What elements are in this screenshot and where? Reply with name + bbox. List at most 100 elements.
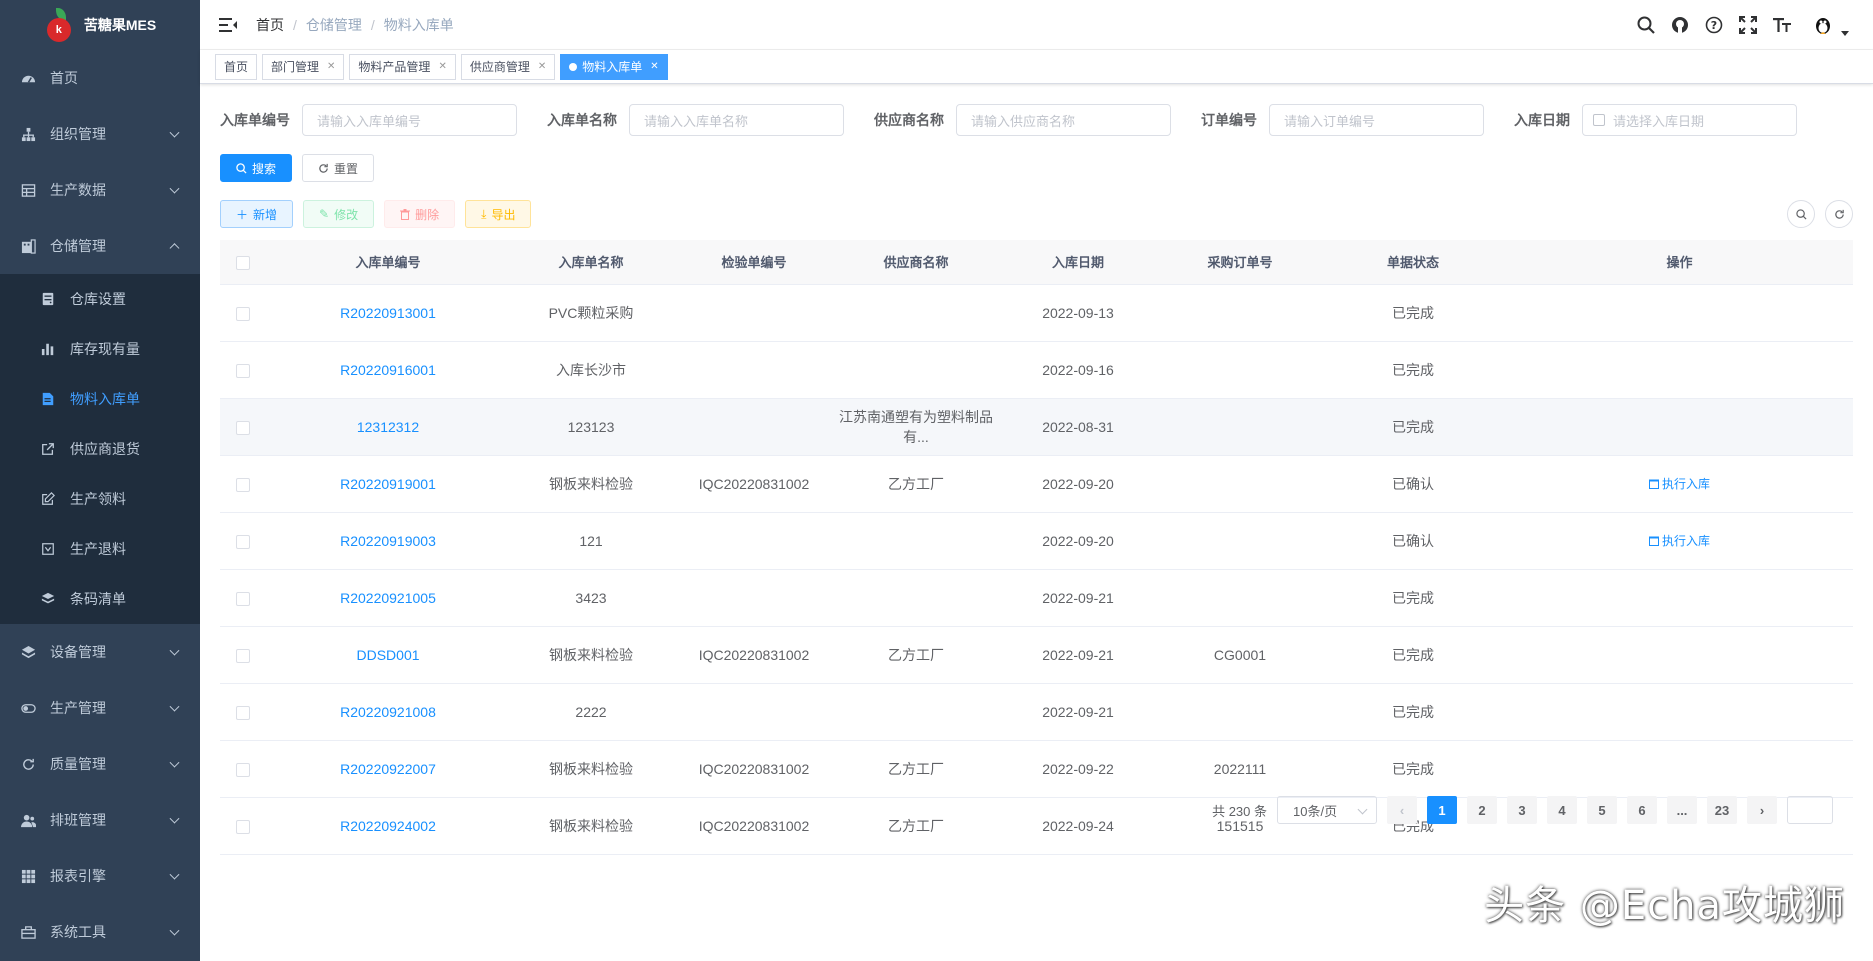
question-icon[interactable]: ?: [1697, 0, 1731, 50]
receipt-code-link[interactable]: 12312312: [357, 419, 419, 435]
cell-status: 已确认: [1320, 512, 1506, 570]
table-row[interactable]: R20220921005 3423 2022-09-21 已完成: [220, 569, 1853, 627]
reset-button[interactable]: 重置: [302, 154, 375, 182]
export-button[interactable]: ⤓ 导出: [465, 200, 532, 228]
sidebar-item-menu-1[interactable]: 组织管理: [0, 106, 200, 162]
page-size-select[interactable]: 10条/页: [1277, 796, 1377, 824]
sidebar-item-menu-6[interactable]: 质量管理: [0, 736, 200, 792]
sidebar-subitem-3[interactable]: 供应商退货: [0, 424, 200, 474]
search-icon[interactable]: [1629, 0, 1663, 50]
row-checkbox[interactable]: [236, 477, 250, 492]
row-checkbox[interactable]: [236, 705, 250, 720]
layers-icon: [20, 644, 36, 660]
sidebar-item-home[interactable]: 首页: [0, 50, 200, 106]
page-jump-input[interactable]: [1787, 796, 1833, 824]
receipt-code-link[interactable]: R20220919001: [340, 476, 436, 492]
sidebar-subitem-6[interactable]: 条码清单: [0, 574, 200, 624]
breadcrumb-home[interactable]: 首页: [256, 15, 284, 35]
sidebar-subitem-4[interactable]: 生产领料: [0, 474, 200, 524]
font-size-icon[interactable]: [1765, 0, 1799, 50]
delete-button[interactable]: 删除: [384, 200, 456, 228]
close-icon[interactable]: ✕: [327, 61, 335, 72]
tab-1[interactable]: 部门管理 ✕: [262, 53, 345, 80]
sidebar-item-menu-2[interactable]: 生产数据: [0, 162, 200, 218]
sidebar-subitem-5[interactable]: 生产退料: [0, 524, 200, 574]
select-all-checkbox[interactable]: [236, 255, 250, 270]
sidebar-item-menu-9[interactable]: 系统工具: [0, 904, 200, 960]
page-button[interactable]: 1: [1427, 796, 1457, 824]
row-checkbox[interactable]: [236, 306, 250, 321]
page-button[interactable]: ...: [1667, 796, 1697, 824]
tab-0[interactable]: 首页: [215, 53, 258, 80]
chevron-down-icon[interactable]: [1841, 30, 1849, 36]
row-checkbox[interactable]: [236, 648, 250, 663]
search-button[interactable]: 搜索: [220, 154, 293, 182]
github-icon[interactable]: [1663, 0, 1697, 50]
toggle-search-button[interactable]: [1787, 200, 1815, 228]
page-button[interactable]: 23: [1707, 796, 1737, 824]
close-icon[interactable]: ✕: [650, 61, 658, 72]
close-icon[interactable]: ✕: [538, 61, 546, 72]
search-input[interactable]: 请输入订单编号: [1269, 104, 1484, 136]
date-picker-input[interactable]: 请选择入库日期: [1582, 104, 1797, 136]
tab-3[interactable]: 供应商管理 ✕: [460, 53, 556, 80]
table-row[interactable]: R20220921008 2222 2022-09-21 已完成: [220, 683, 1853, 741]
search-input[interactable]: 请输入供应商名称: [956, 104, 1171, 136]
sidebar-item-menu-4[interactable]: 设备管理: [0, 624, 200, 680]
page-button[interactable]: 3: [1507, 796, 1537, 824]
sidebar-subitem-1[interactable]: 库存现有量: [0, 324, 200, 374]
receipt-code-link[interactable]: R20220921005: [340, 590, 436, 606]
row-checkbox[interactable]: [236, 363, 250, 378]
refresh-button[interactable]: [1825, 200, 1853, 228]
row-checkbox[interactable]: [236, 819, 250, 834]
page-button[interactable]: 2: [1467, 796, 1497, 824]
next-page-button[interactable]: ›: [1747, 796, 1777, 824]
execute-stock-in-button[interactable]: 执行入库: [1648, 475, 1710, 492]
sidebar-item-menu-7[interactable]: 排班管理: [0, 792, 200, 848]
page-button[interactable]: 4: [1547, 796, 1577, 824]
sidebar-item-menu-5[interactable]: 生产管理: [0, 680, 200, 736]
table-row[interactable]: R20220922007 钢板来料检验 IQC20220831002 乙方工厂 2022…: [220, 740, 1853, 798]
table-row[interactable]: R20220913001 PVC颗粒采购 2022-09-13 已完成: [220, 284, 1853, 342]
search-input[interactable]: 请输入入库单名称: [629, 104, 844, 136]
cell-po: [1160, 341, 1320, 399]
prev-page-button[interactable]: ‹: [1387, 796, 1417, 824]
receipt-code-link[interactable]: R20220922007: [340, 761, 436, 777]
close-icon[interactable]: ✕: [438, 61, 446, 72]
add-button[interactable]: ＋ 新增: [220, 200, 294, 228]
row-checkbox[interactable]: [236, 534, 250, 549]
breadcrumb-warehouse: 仓储管理: [305, 16, 362, 33]
edit-button[interactable]: ✎ 修改: [303, 200, 375, 228]
execute-stock-in-button[interactable]: 执行入库: [1648, 532, 1710, 549]
tab-4[interactable]: 物料入库单 ✕: [560, 53, 668, 80]
row-checkbox[interactable]: [236, 591, 250, 606]
row-checkbox[interactable]: [236, 420, 250, 435]
receipt-code-link[interactable]: R20220919003: [340, 533, 436, 549]
cell-status: 已完成: [1320, 398, 1506, 456]
table-row[interactable]: R20220916001 入库长沙市 2022-09-16 已完成: [220, 341, 1853, 399]
sidebar-subitem-2[interactable]: 物料入库单: [0, 374, 200, 424]
sidebar-item-menu-8[interactable]: 报表引擎: [0, 848, 200, 904]
table-row[interactable]: 12312312 123123 江苏南通塑有为塑料制品有... 2022-08-31 已…: [220, 398, 1853, 456]
receipt-code-link[interactable]: R20220924002: [340, 818, 436, 834]
cell-vendor: 乙方工厂: [836, 455, 996, 513]
hamburger-icon[interactable]: [216, 13, 240, 37]
search-input[interactable]: 请输入入库单编号: [302, 104, 517, 136]
sidebar-item-menu-3[interactable]: 仓储管理: [0, 218, 200, 274]
table-row[interactable]: R20220919001 钢板来料检验 IQC20220831002 乙方工厂 2022…: [220, 455, 1853, 513]
table-row[interactable]: R20220919003 121 2022-09-20 已确认 执行入库: [220, 512, 1853, 570]
logo[interactable]: k 苦糖果MES: [0, 0, 200, 50]
page-button[interactable]: 6: [1627, 796, 1657, 824]
receipt-code-link[interactable]: R20220921008: [340, 704, 436, 720]
row-checkbox[interactable]: [236, 762, 250, 777]
receipt-code-link[interactable]: R20220916001: [340, 362, 436, 378]
avatar[interactable]: [1811, 13, 1835, 37]
page-button[interactable]: 5: [1587, 796, 1617, 824]
receipt-code-link[interactable]: DDSD001: [356, 647, 419, 663]
sidebar-subitem-0[interactable]: 仓库设置: [0, 274, 200, 324]
receipt-code-link[interactable]: R20220913001: [340, 305, 436, 321]
table-row[interactable]: DDSD001 钢板来料检验 IQC20220831002 乙方工厂 2022-09-2…: [220, 626, 1853, 684]
fullscreen-icon[interactable]: [1731, 0, 1765, 50]
cell-name: 钢板来料检验: [510, 797, 672, 855]
tab-2[interactable]: 物料产品管理 ✕: [349, 53, 456, 80]
